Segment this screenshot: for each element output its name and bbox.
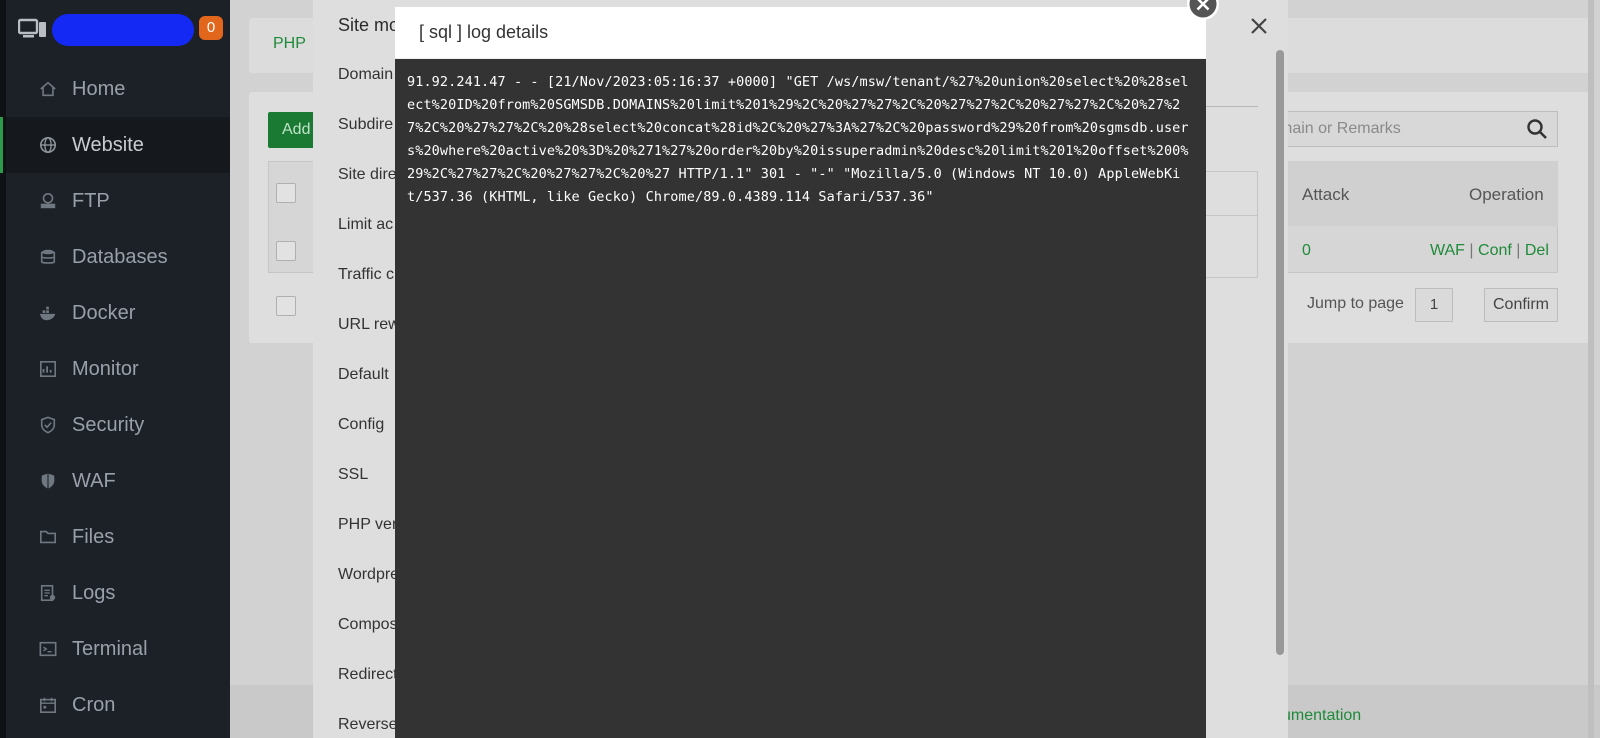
monitor-icon — [38, 359, 58, 379]
sidebar-item-files[interactable]: Files — [6, 509, 230, 565]
sidebar-item-label: Logs — [72, 581, 116, 604]
sidebar-item-label: Cron — [72, 693, 116, 716]
site-menu-redirect[interactable]: Redirect — [313, 650, 396, 700]
globe-icon — [38, 135, 58, 155]
separator: | — [1516, 242, 1521, 259]
sidebar-item-label: Security — [72, 413, 145, 436]
site-menu-domain[interactable]: Domain — [313, 50, 396, 100]
site-menu-limit-access[interactable]: Limit ac — [313, 200, 396, 250]
log-details-dialog: [ sql ] log details 91.92.241.47 - - [21… — [395, 7, 1206, 738]
log-dialog-header: [ sql ] log details — [395, 7, 1206, 59]
site-menu-url-rewrite[interactable]: URL rew — [313, 300, 396, 350]
documentation-link[interactable]: umentation — [1282, 707, 1361, 725]
bulk-checkbox[interactable] — [276, 296, 296, 316]
site-menu-composer[interactable]: Compos — [313, 600, 396, 650]
server-monitor-icon[interactable] — [18, 18, 48, 40]
site-settings-menu: Domain Subdire Site dire Limit ac Traffi… — [313, 50, 396, 738]
search-input[interactable]: main or Remarks — [1270, 111, 1558, 147]
del-link[interactable]: Del — [1525, 242, 1549, 259]
close-icon[interactable] — [1248, 15, 1270, 37]
sidebar-nav: Home Website FTP Databases Docker Monito… — [0, 61, 230, 733]
site-menu-default[interactable]: Default — [313, 350, 396, 400]
confirm-button[interactable]: Confirm — [1484, 288, 1558, 322]
site-menu-reverse-proxy[interactable]: Reverse — [313, 700, 396, 738]
close-circle-icon[interactable] — [1186, 0, 1220, 22]
jump-to-page-label: Jump to page — [1307, 295, 1404, 312]
sidebar-item-waf[interactable]: WAF — [6, 453, 230, 509]
redacted-hostname — [52, 14, 194, 46]
home-icon — [38, 79, 58, 99]
sidebar-item-monitor[interactable]: Monitor — [6, 341, 230, 397]
sidebar-item-ftp[interactable]: FTP — [6, 173, 230, 229]
table-divider — [1204, 215, 1257, 216]
sidebar-item-home[interactable]: Home — [6, 61, 230, 117]
site-dialog-divider — [1204, 106, 1258, 107]
site-menu-php-version[interactable]: PHP ver — [313, 500, 396, 550]
page-number-input[interactable]: 1 — [1415, 288, 1453, 322]
sidebar-item-security[interactable]: Security — [6, 397, 230, 453]
calendar-icon — [38, 695, 58, 715]
site-menu-wordpress[interactable]: Wordpre — [313, 550, 396, 600]
sidebar-item-label: Home — [72, 77, 126, 100]
shield-icon — [38, 415, 58, 435]
logs-icon — [38, 583, 58, 603]
sidebar-item-databases[interactable]: Databases — [6, 229, 230, 285]
search-icon[interactable] — [1526, 118, 1548, 140]
log-dialog-title: [ sql ] log details — [419, 22, 549, 42]
row-operations: WAF | Conf | Del — [1430, 242, 1549, 260]
site-dialog-scrollbar[interactable] — [1276, 50, 1284, 655]
conf-link[interactable]: Conf — [1478, 242, 1512, 259]
sidebar-item-label: Terminal — [72, 637, 148, 660]
database-icon — [38, 247, 58, 267]
sidebar: 0 Home Website FTP Databases Docker Moni… — [0, 0, 230, 738]
site-menu-subdirectory[interactable]: Subdire — [313, 100, 396, 150]
docker-icon — [38, 303, 58, 323]
attack-count: 0 — [1302, 242, 1311, 259]
row-checkbox[interactable] — [276, 241, 296, 261]
ftp-icon — [38, 191, 58, 211]
page-scrollbar[interactable] — [1588, 0, 1594, 738]
separator: | — [1469, 242, 1474, 259]
site-dialog-title: Site mo — [338, 15, 400, 35]
sidebar-item-label: Docker — [72, 301, 136, 324]
sidebar-item-terminal[interactable]: Terminal — [6, 621, 230, 677]
column-header-attack[interactable]: Attack — [1302, 185, 1349, 205]
select-all-checkbox[interactable] — [276, 183, 296, 203]
sidebar-item-label: WAF — [72, 469, 116, 492]
waf-link[interactable]: WAF — [1430, 242, 1465, 259]
sidebar-item-cron[interactable]: Cron — [6, 677, 230, 733]
sidebar-item-docker[interactable]: Docker — [6, 285, 230, 341]
sidebar-item-label: Website — [72, 133, 144, 156]
sidebar-item-logs[interactable]: Logs — [6, 565, 230, 621]
sidebar-item-label: Monitor — [72, 357, 139, 380]
notification-badge[interactable]: 0 — [199, 16, 223, 40]
terminal-icon — [38, 639, 58, 659]
site-dialog-table — [1204, 171, 1258, 278]
tab-php[interactable]: PHP — [273, 35, 306, 53]
sidebar-header — [18, 14, 48, 44]
column-header-operation: Operation — [1469, 185, 1544, 204]
waf-shield-icon — [38, 471, 58, 491]
sidebar-item-label: Files — [72, 525, 115, 548]
log-content[interactable]: 91.92.241.47 - - [21/Nov/2023:05:16:37 +… — [395, 59, 1206, 738]
sidebar-item-label: FTP — [72, 189, 110, 212]
sidebar-item-label: Databases — [72, 245, 168, 268]
folder-icon — [38, 527, 58, 547]
site-menu-site-directory[interactable]: Site dire — [313, 150, 396, 200]
sidebar-item-website[interactable]: Website — [0, 117, 230, 173]
site-menu-config[interactable]: Config — [313, 400, 396, 450]
site-menu-ssl[interactable]: SSL — [313, 450, 396, 500]
site-menu-traffic[interactable]: Traffic c — [313, 250, 396, 300]
